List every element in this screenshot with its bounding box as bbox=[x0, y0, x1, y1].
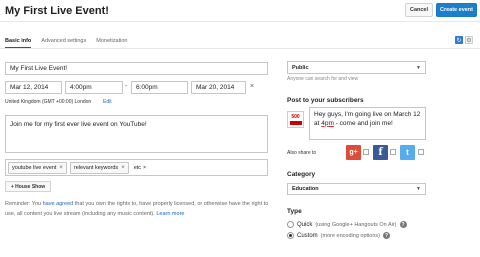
category-heading: Category bbox=[287, 171, 316, 178]
learn-more-link[interactable]: Learn more bbox=[156, 211, 184, 217]
type-option-sub: (using Google+ Hangouts On Air) bbox=[315, 221, 397, 228]
privacy-value: Public bbox=[292, 64, 309, 71]
post-heading: Post to your subscribers bbox=[287, 97, 364, 104]
cancel-button[interactable]: Cancel bbox=[405, 3, 433, 17]
avatar-text: 500 bbox=[291, 113, 300, 120]
type-option-quick[interactable]: Quick (using Google+ Hangouts On Air) ? bbox=[287, 221, 407, 228]
quick-radio[interactable] bbox=[287, 221, 294, 228]
tab-divider bbox=[0, 48, 480, 49]
chevron-down-icon: ▼ bbox=[416, 64, 421, 71]
privacy-select[interactable]: Public ▼ bbox=[287, 61, 426, 74]
start-date-input[interactable]: Mar 12, 2014 bbox=[5, 81, 62, 94]
tag-remove-icon[interactable]: × bbox=[59, 165, 63, 171]
house-show-button[interactable]: + House Show bbox=[5, 181, 51, 192]
tag-remove-icon[interactable]: × bbox=[121, 165, 125, 171]
start-time-input[interactable]: 4:00pm bbox=[65, 81, 123, 94]
description-textarea[interactable]: Join me for my first ever live event on … bbox=[5, 115, 268, 153]
help-icon[interactable]: ? bbox=[382, 232, 390, 239]
chevron-down-icon: ▼ bbox=[416, 186, 421, 192]
type-option-custom[interactable]: Custom (more encoding options) ? bbox=[287, 232, 390, 239]
tag-remove-icon[interactable]: × bbox=[143, 165, 146, 171]
twitter-checkbox[interactable] bbox=[418, 149, 424, 155]
twitter-icon[interactable]: t bbox=[400, 145, 415, 160]
type-heading: Type bbox=[287, 208, 302, 215]
have-agreed-link[interactable]: have agreed bbox=[43, 201, 74, 207]
tag-label: relevant keywords bbox=[73, 164, 119, 171]
facebook-checkbox[interactable] bbox=[390, 149, 396, 155]
time-separator: - bbox=[125, 83, 128, 90]
type-option-label: Quick bbox=[297, 221, 313, 228]
post-text-2: - come and join me! bbox=[333, 119, 393, 127]
timezone-label: United Kingdom (GMT +00:00) London bbox=[5, 99, 92, 105]
privacy-help-text: Anyone can search for and view bbox=[287, 76, 359, 82]
settings-icon[interactable]: ⚙ bbox=[465, 36, 473, 44]
remove-end-time-icon[interactable]: × bbox=[250, 83, 254, 90]
type-option-label: Custom bbox=[297, 232, 318, 239]
post-textarea[interactable]: Hey guys, I'm going live on March 12 at … bbox=[309, 107, 426, 140]
post-text-underlined: 4pm bbox=[321, 119, 334, 127]
title-input[interactable]: My First Live Event! bbox=[5, 62, 268, 75]
page-title: My First Live Event! bbox=[5, 5, 109, 17]
tag-chip: relevant keywords × bbox=[69, 161, 129, 174]
timezone-edit-link[interactable]: Edit bbox=[103, 99, 112, 105]
tag-chip: etc × bbox=[132, 165, 149, 171]
header-divider bbox=[0, 21, 480, 22]
custom-radio[interactable] bbox=[287, 232, 294, 239]
google-plus-checkbox[interactable] bbox=[363, 149, 369, 155]
reminder-part-1: Reminder: You bbox=[5, 201, 43, 207]
avatar-bar bbox=[289, 120, 302, 125]
refresh-icon[interactable]: ↻ bbox=[455, 36, 463, 44]
share-label: Also share to bbox=[287, 150, 317, 156]
end-time-input[interactable]: 6:00pm bbox=[131, 81, 188, 94]
tag-chip: youtube live event × bbox=[8, 161, 67, 174]
facebook-icon[interactable]: f bbox=[373, 145, 388, 160]
tab-icons: ↻ ⚙ bbox=[455, 36, 473, 44]
reminder-text: Reminder: You have agreed that you own t… bbox=[5, 200, 280, 219]
tag-label: etc bbox=[133, 164, 142, 171]
end-date-input[interactable]: Mar 20, 2014 bbox=[191, 81, 246, 94]
type-option-sub: (more encoding options) bbox=[320, 232, 380, 239]
category-select[interactable]: Education ▼ bbox=[287, 183, 426, 195]
avatar: 500 bbox=[287, 111, 304, 128]
google-plus-icon[interactable]: g+ bbox=[346, 145, 361, 160]
create-event-button[interactable]: Create event bbox=[436, 3, 477, 17]
tags-input[interactable]: youtube live event × relevant keywords ×… bbox=[5, 159, 268, 176]
tag-label: youtube live event bbox=[12, 164, 57, 171]
help-icon[interactable]: ? bbox=[399, 221, 407, 228]
category-value: Education bbox=[292, 186, 319, 192]
